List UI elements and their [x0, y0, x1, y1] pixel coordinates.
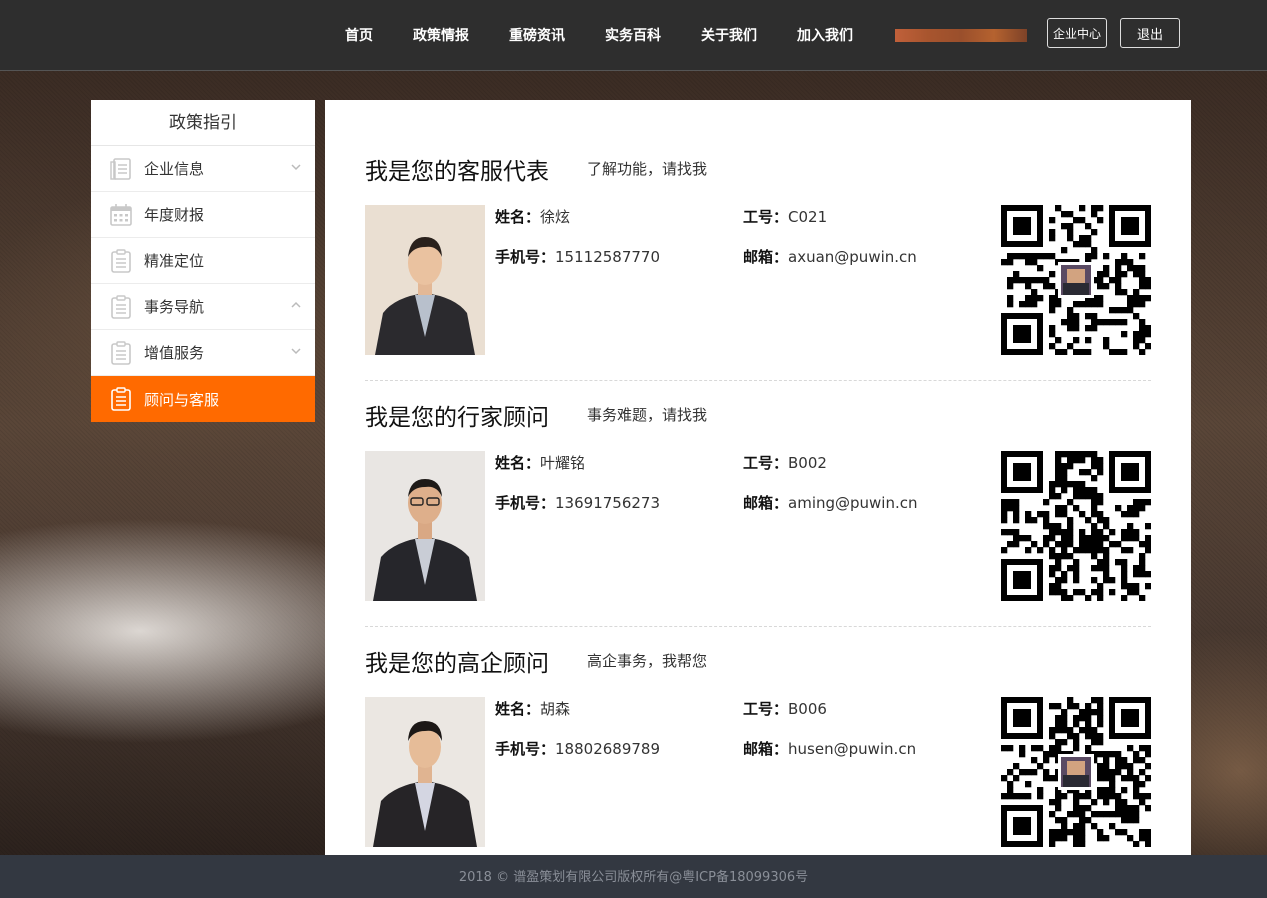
sidebar-item-affairs-navigation[interactable]: 事务导航 [91, 284, 315, 330]
sidebar-item-label: 增值服务 [144, 344, 205, 362]
sidebar-item-label: 精准定位 [144, 252, 205, 270]
name-field: 姓名：胡森 [495, 700, 571, 718]
section-title: 我是您的客服代表 [365, 159, 549, 185]
phone-field: 手机号：15112587770 [495, 248, 660, 266]
chevron-down-icon [291, 164, 301, 171]
email-field: 邮箱：axuan@puwin.cn [743, 248, 917, 266]
section-title: 我是您的行家顾问 [365, 405, 549, 431]
email-value: husen@puwin.cn [788, 740, 917, 758]
sidebar-item-annual-report[interactable]: 年度财报 [91, 192, 315, 238]
phone-value: 18802689789 [555, 740, 660, 758]
sidebar-item-company-info[interactable]: 企业信息 [91, 146, 315, 192]
qr-code-icon [1001, 451, 1151, 601]
nav-practice-wiki[interactable]: 实务百科 [585, 25, 681, 45]
section-subtitle: 高企事务，我帮您 [587, 652, 708, 670]
avatar [365, 697, 485, 847]
section-title: 我是您的高企顾问 [365, 651, 549, 677]
section-divider [365, 626, 1151, 627]
sidebar-item-precise-positioning[interactable]: 精准定位 [91, 238, 315, 284]
nav-major-news[interactable]: 重磅资讯 [489, 25, 585, 45]
name-value: 徐炫 [540, 208, 571, 226]
phone-value: 15112587770 [555, 248, 660, 266]
name-value: 叶耀铭 [540, 454, 586, 472]
sidebar-item-label: 顾问与客服 [144, 390, 220, 409]
sidebar-item-value-added-services[interactable]: 增值服务 [91, 330, 315, 376]
name-field: 姓名：徐炫 [495, 208, 571, 226]
sidebar-item-advisors-support[interactable]: 顾问与客服 [91, 376, 315, 422]
sidebar-title: 政策指引 [91, 100, 315, 146]
avatar [365, 451, 485, 601]
nav-about-us[interactable]: 关于我们 [681, 25, 777, 45]
enterprise-center-button[interactable]: 企业中心 [1047, 18, 1107, 48]
employee-id-field: 工号：B002 [743, 454, 827, 472]
contact-card-customer-service: 我是您的客服代表 了解功能，请找我 姓名：徐炫 工号：C021 手机号：1511… [365, 152, 1151, 412]
employee-id-field: 工号：C021 [743, 208, 828, 226]
main-content: 我是您的客服代表 了解功能，请找我 姓名：徐炫 工号：C021 手机号：1511… [325, 100, 1191, 855]
name-field: 姓名：叶耀铭 [495, 454, 586, 472]
sidebar-item-label: 企业信息 [144, 160, 205, 178]
user-name-redacted[interactable] [895, 29, 1027, 42]
logout-button[interactable]: 退出 [1120, 18, 1180, 48]
clipboard-icon [111, 387, 131, 411]
phone-value: 13691756273 [555, 494, 660, 512]
chevron-down-icon [291, 348, 301, 355]
contact-card-high-tech-advisor: 我是您的高企顾问 高企事务，我帮您 姓名：胡森 工号：B006 手机号：1880… [365, 644, 1151, 855]
footer: 2018 © 谱盈策划有限公司版权所有@粤ICP备18099306号 [0, 855, 1267, 898]
qr-code-icon [1001, 697, 1151, 847]
section-divider [365, 380, 1151, 381]
avatar [365, 205, 485, 355]
sidebar-item-label: 事务导航 [144, 298, 205, 316]
section-subtitle: 事务难题，请找我 [587, 406, 708, 424]
email-field: 邮箱：husen@puwin.cn [743, 740, 917, 758]
email-field: 邮箱：aming@puwin.cn [743, 494, 918, 512]
employee-id-field: 工号：B006 [743, 700, 827, 718]
nav-policy-intel[interactable]: 政策情报 [393, 25, 489, 45]
chevron-up-icon [291, 301, 301, 308]
nav-home[interactable]: 首页 [325, 25, 393, 45]
clipboard-icon [111, 248, 131, 273]
phone-field: 手机号：18802689789 [495, 740, 660, 758]
employee-id-value: B002 [788, 454, 827, 472]
top-header: 首页 政策情报 重磅资讯 实务百科 关于我们 加入我们 企业中心 退出 [0, 0, 1267, 71]
sidebar: 政策指引 企业信息 年度财报 精准定位 事务导航 增值服务 顾问与客服 [91, 100, 315, 422]
employee-id-value: B006 [788, 700, 827, 718]
section-subtitle: 了解功能，请找我 [587, 160, 708, 178]
sidebar-item-label: 年度财报 [144, 206, 205, 224]
main-nav: 首页 政策情报 重磅资讯 实务百科 关于我们 加入我们 [325, 0, 873, 70]
document-list-icon [110, 157, 131, 180]
name-value: 胡森 [540, 700, 571, 718]
clipboard-icon [111, 340, 131, 365]
contact-card-industry-advisor: 我是您的行家顾问 事务难题，请找我 姓名：叶耀铭 工号：B002 手机号：136… [365, 398, 1151, 658]
clipboard-icon [111, 294, 131, 319]
calendar-icon [110, 203, 132, 226]
qr-code-icon [1001, 205, 1151, 355]
phone-field: 手机号：13691756273 [495, 494, 660, 512]
email-value: axuan@puwin.cn [788, 248, 917, 266]
copyright-text: 2018 © 谱盈策划有限公司版权所有@粤ICP备18099306号 [458, 870, 809, 885]
employee-id-value: C021 [788, 208, 828, 226]
nav-join-us[interactable]: 加入我们 [777, 25, 873, 45]
email-value: aming@puwin.cn [788, 494, 918, 512]
